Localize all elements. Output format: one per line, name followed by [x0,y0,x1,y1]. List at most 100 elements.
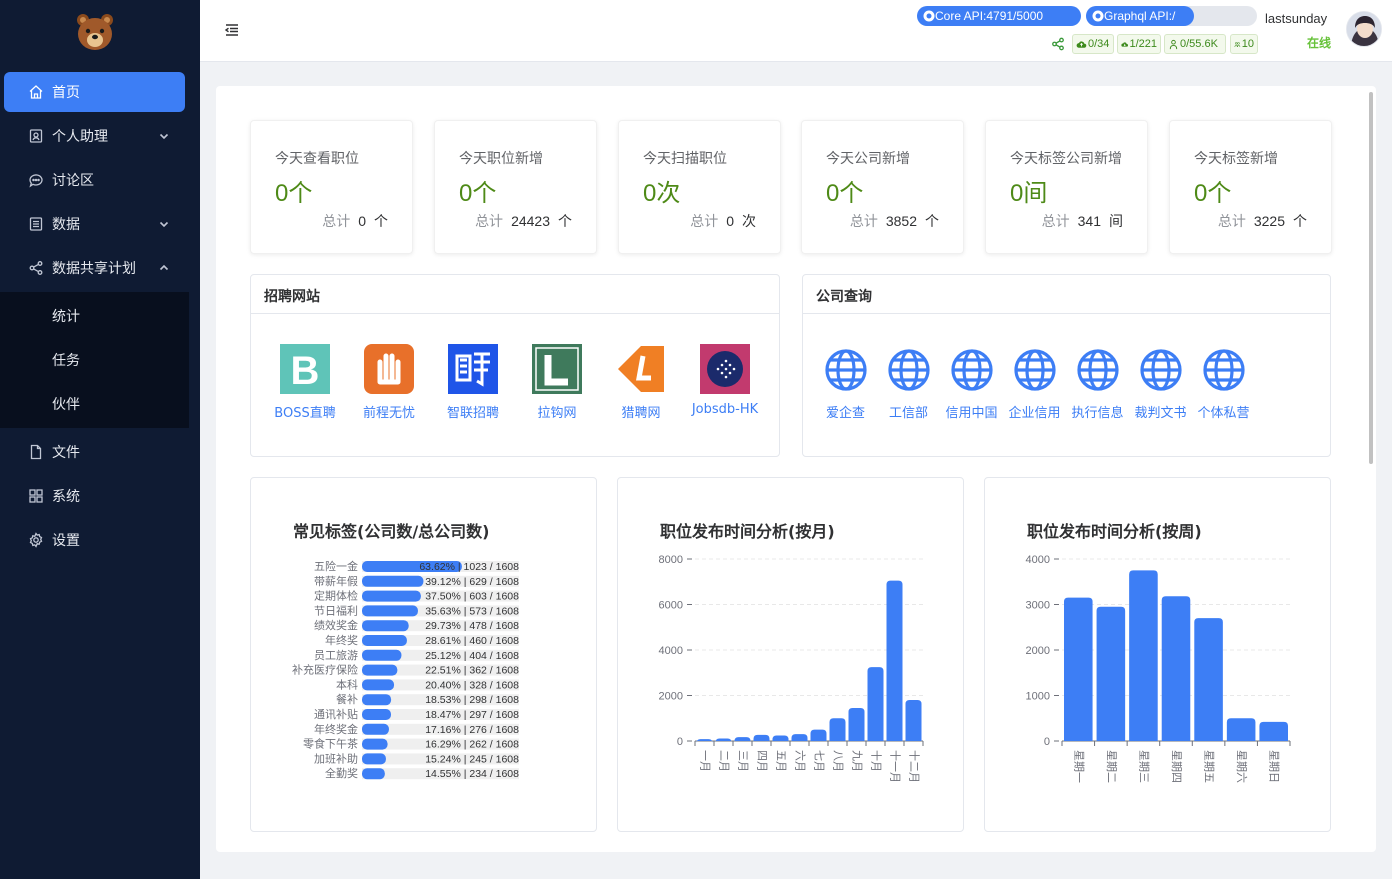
nav-item-system[interactable]: 系统 [0,476,200,516]
bar [734,737,751,742]
company-link-individual[interactable]: 个体私营 [1192,348,1255,421]
stat-card-new-tagged-companies: 今天标签公司新增 0间 总计 341 间 [985,120,1148,254]
data-label: 29.73% | 478 / 1608 [425,620,519,632]
site-label: 猎聘网 [621,406,661,421]
x-tick-label: 一月 [699,750,712,772]
site-link-zhaopin[interactable]: 智联招聘 [431,344,515,421]
nav-item-forum[interactable]: 讨论区 [0,160,200,200]
stat-total: 总计 24423 个 [475,211,572,231]
sub-item-tasks[interactable]: 任务 [0,338,189,382]
globe-icon [1202,349,1245,391]
nav-item-assistant[interactable]: 个人助理 [0,116,200,156]
company-label: 裁判文书 [1134,406,1187,421]
bar [362,694,392,706]
stat-total: 总计 3225 个 [1218,211,1307,231]
sync-count-tag[interactable]: 0/55.6K [1164,34,1226,54]
total-unit: 次 [742,214,756,230]
company-link-wenshu[interactable]: 裁判文书 [1129,348,1192,421]
total-number: 3852 [885,213,917,229]
nav-item-label: 个人助理 [52,129,108,145]
total-label: 总计 [690,214,719,230]
category-label: 加班补助 [314,751,358,765]
y-tick-label: 4000 [1026,554,1050,566]
avatar[interactable] [1346,11,1382,47]
partner-count-tag[interactable]: 10 [1230,34,1258,54]
top-header: Core API:4791/5000 Graphql API:/ lastsun… [200,0,1392,62]
grid-icon [29,489,43,503]
download-count-tag[interactable]: 1/221 [1117,34,1161,54]
scrollbar-thumb[interactable] [1369,92,1373,464]
x-tick-label: 十月 [870,750,884,772]
stat-card-scanned-jobs: 今天扫描职位 0次 总计 0 次 [618,120,781,254]
core-api-quota[interactable]: Core API:4791/5000 [917,6,1081,26]
category-label: 带薪年假 [314,574,358,588]
total-unit: 个 [925,214,939,230]
upload-count-tag[interactable]: 0/34 [1072,34,1114,54]
site-link-51job[interactable]: 前程无忧 [347,344,431,421]
total-number: 341 [1077,213,1101,229]
total-unit: 个 [374,214,388,230]
total-label: 总计 [475,214,504,230]
category-label: 全勤奖 [325,766,358,780]
site-link-liepin[interactable]: 猎聘网 [599,344,683,421]
bar [1161,596,1191,741]
menu-fold-icon[interactable] [224,22,240,38]
y-tick-label: 3000 [1026,600,1050,612]
site-link-lagou[interactable]: 拉钩网 [515,344,599,421]
y-tick-label: 1000 [1026,691,1050,703]
share-icon[interactable] [1051,37,1065,51]
divider [251,313,779,314]
site-link-boss[interactable]: B BOSS直聘 [263,344,347,421]
nav-item-label: 设置 [52,533,80,549]
site-link-jobsdb[interactable]: Jobsdb-HK [683,344,767,417]
zhaopin-logo-icon [448,344,498,394]
total-label: 总计 [1041,214,1070,230]
globe-icon [1139,349,1182,391]
category-label: 通讯补贴 [314,707,358,721]
nav-item-home[interactable]: 首页 [4,72,185,112]
x-tick-label: 星期六 [1235,750,1248,783]
total-label: 总计 [849,214,878,230]
bar [362,738,388,750]
company-link-gsxt[interactable]: 企业信用 [1003,348,1066,421]
stat-title: 今天标签新增 [1194,151,1278,167]
globe-icon [1013,349,1056,391]
nav-item-data[interactable]: 数据 [0,204,200,244]
stat-title: 今天标签公司新增 [1010,151,1122,167]
cloud-download-icon [1121,41,1129,47]
nav-item-data-share[interactable]: 数据共享计划 [0,248,200,288]
total-unit: 个 [558,214,572,230]
avatar-image [1347,12,1381,46]
online-status: 在线 [1307,36,1332,50]
nav-item-settings[interactable]: 设置 [0,520,200,560]
data-label: 14.55% | 234 / 1608 [425,768,519,780]
bar [1096,606,1126,741]
x-tick-label: 十二月 [908,750,922,783]
sub-item-partners[interactable]: 伙伴 [0,382,189,426]
company-link-miit[interactable]: 工信部 [877,348,940,421]
bear-logo[interactable] [75,12,115,52]
cloud-upload-icon [1076,40,1087,48]
company-link-zxgk[interactable]: 执行信息 [1066,348,1129,421]
company-link-aiqicha[interactable]: 爱企查 [814,348,877,421]
company-label: 爱企查 [825,406,865,421]
user-icon [1169,39,1178,49]
company-label: 执行信息 [1071,406,1124,421]
stat-title: 今天查看职位 [275,151,359,167]
total-number: 3225 [1253,213,1285,229]
category-label: 年终奖金 [314,722,358,736]
company-link-creditchina[interactable]: 信用中国 [940,348,1003,421]
data-label: 15.24% | 245 / 1608 [425,753,519,765]
x-tick-label: 七月 [813,750,826,772]
graphql-api-quota[interactable]: Graphql API:/ [1086,6,1194,26]
sub-item-stats[interactable]: 统计 [0,294,189,338]
nav-item-files[interactable]: 文件 [0,432,200,472]
category-label: 餐补 [336,692,358,706]
bar [362,635,407,646]
file-icon [30,444,42,460]
x-tick-label: 九月 [851,750,864,772]
username[interactable]: lastsunday [1265,11,1327,26]
site-label: BOSS直聘 [274,406,336,421]
total-number: 0 [726,213,734,229]
x-tick-label: 二月 [718,750,731,772]
